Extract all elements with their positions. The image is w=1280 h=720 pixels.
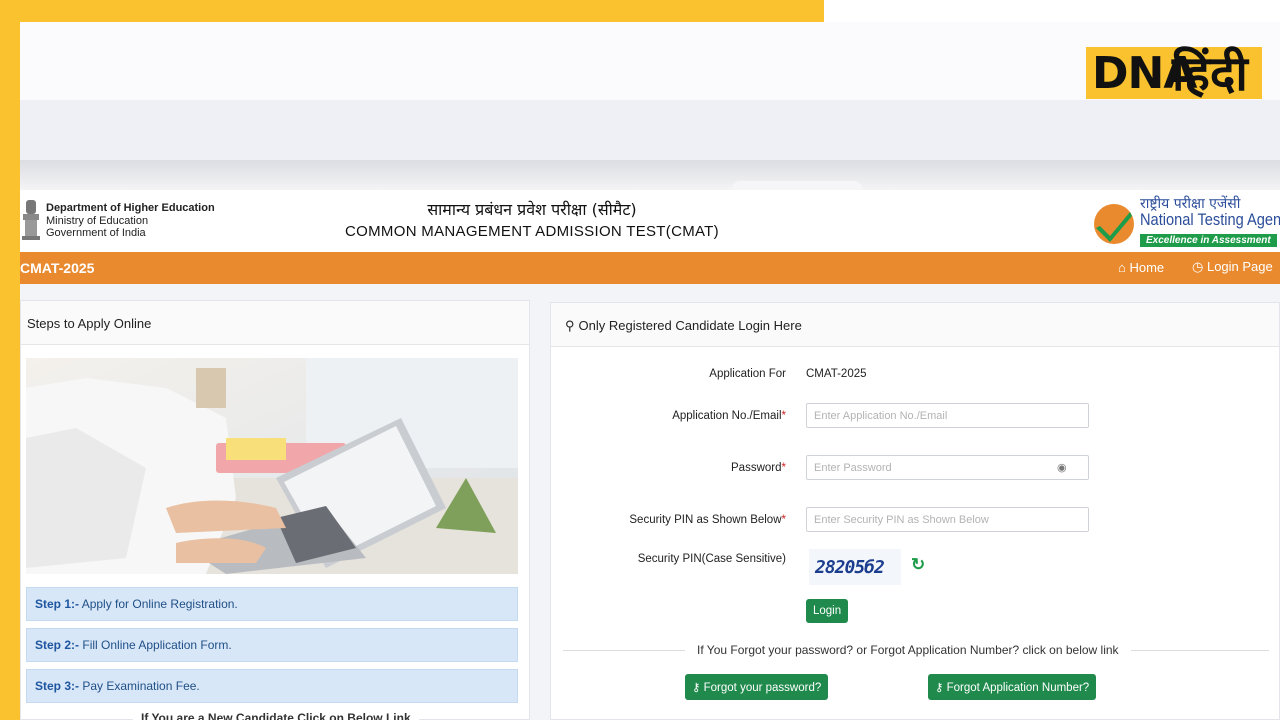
- site-header: Department of Higher Education Ministry …: [20, 190, 1280, 252]
- password-label-text: Password: [731, 462, 782, 474]
- required-mark: *: [781, 410, 786, 422]
- browser-band-shadow: [20, 160, 1280, 190]
- nav-home-label: Home: [1129, 260, 1165, 275]
- step-3: Step 3:- Pay Examination Fee.: [26, 669, 518, 703]
- nta-check-icon: [1094, 204, 1134, 244]
- captcha-image: 28205б2: [809, 549, 901, 585]
- password-input[interactable]: [806, 455, 1089, 480]
- page-title: COMMON MANAGEMENT ADMISSION TEST(CMAT): [345, 223, 719, 240]
- required-mark: *: [781, 514, 786, 526]
- hero-image: [26, 358, 518, 574]
- step-2-text: Fill Online Application Form.: [82, 638, 232, 652]
- login-heading-text: Only Registered Candidate Login Here: [578, 318, 802, 333]
- key-icon: ⚷: [935, 682, 944, 694]
- step-1-text: Apply for Online Registration.: [81, 597, 238, 611]
- eye-icon[interactable]: ◉: [1057, 461, 1067, 474]
- nav-login-link[interactable]: ◷ Login Page: [1192, 259, 1273, 275]
- key-icon: ⚷: [692, 682, 701, 694]
- steps-panel: Steps to Apply Online Step 1:- Apply for…: [20, 300, 530, 720]
- step-3-prefix: Step 3:-: [35, 679, 80, 693]
- login-panel-heading: ⚲ Only Registered Candidate Login Here: [551, 303, 1279, 347]
- nta-tagline: Excellence in Assessment: [1140, 234, 1277, 247]
- forgot-appno-button[interactable]: ⚷ Forgot Application Number?: [928, 674, 1097, 700]
- page-title-hindi: सामान्य प्रबंधन प्रवेश परीक्षा (सीमैट): [427, 200, 637, 219]
- forgot-appno-label: Forgot Application Number?: [946, 682, 1090, 694]
- nav-login-label: Login Page: [1206, 259, 1273, 274]
- password-label: Password*: [546, 462, 786, 474]
- clock-icon: ◷: [1192, 259, 1204, 274]
- user-icon: ⚲: [565, 318, 575, 333]
- app-no-label: Application No./Email*: [546, 410, 786, 422]
- pin-label: Security PIN as Shown Below*: [546, 514, 786, 526]
- forgot-info-text: If You Forgot your password? or Forgot A…: [685, 643, 1131, 657]
- refresh-icon[interactable]: ↻: [911, 555, 925, 575]
- security-pin-input[interactable]: [806, 507, 1089, 532]
- application-for-label: Application For: [709, 368, 786, 380]
- new-candidate-text: If You are a New Candidate Click on Belo…: [133, 711, 419, 720]
- step-3-text: Pay Examination Fee.: [82, 679, 200, 693]
- dna-logo-hindi: हिंदी: [1172, 46, 1248, 102]
- application-for-value: CMAT-2025: [806, 368, 867, 380]
- forgot-password-button[interactable]: ⚷ Forgot your password?: [685, 674, 829, 700]
- required-mark: *: [781, 462, 786, 474]
- watermark-frame-top: [0, 0, 824, 22]
- nta-name: National Testing Agency: [1140, 210, 1280, 229]
- login-panel: ⚲ Only Registered Candidate Login Here Ap…: [550, 302, 1280, 720]
- step-1-prefix: Step 1:-: [35, 597, 80, 611]
- step-2: Step 2:- Fill Online Application Form.: [26, 628, 518, 662]
- application-no-input[interactable]: [806, 403, 1089, 428]
- nav-home-link[interactable]: ⌂ Home: [1118, 260, 1164, 275]
- watermark-frame-left: [0, 0, 20, 720]
- navbar-title: CMAT-2025: [20, 260, 95, 276]
- dna-hindi-logo: DNA हिंदी: [1084, 26, 1280, 126]
- home-icon: ⌂: [1118, 260, 1126, 275]
- step-2-prefix: Step 2:-: [35, 638, 80, 652]
- main-navbar: CMAT-2025 ⌂ Home ◷ Login Page: [20, 252, 1280, 284]
- pin-label-text: Security PIN as Shown Below: [629, 514, 782, 526]
- step-1: Step 1:- Apply for Online Registration.: [26, 587, 518, 621]
- nta-logo: राष्ट्रीय परीक्षा एजेंसी National Testin…: [1092, 192, 1280, 250]
- forgot-password-label: Forgot your password?: [703, 682, 822, 694]
- login-button[interactable]: Login: [806, 599, 849, 623]
- steps-panel-heading: Steps to Apply Online: [21, 301, 529, 345]
- app-no-label-text: Application No./Email: [672, 410, 782, 422]
- pin-case-label: Security PIN(Case Sensitive): [637, 553, 786, 565]
